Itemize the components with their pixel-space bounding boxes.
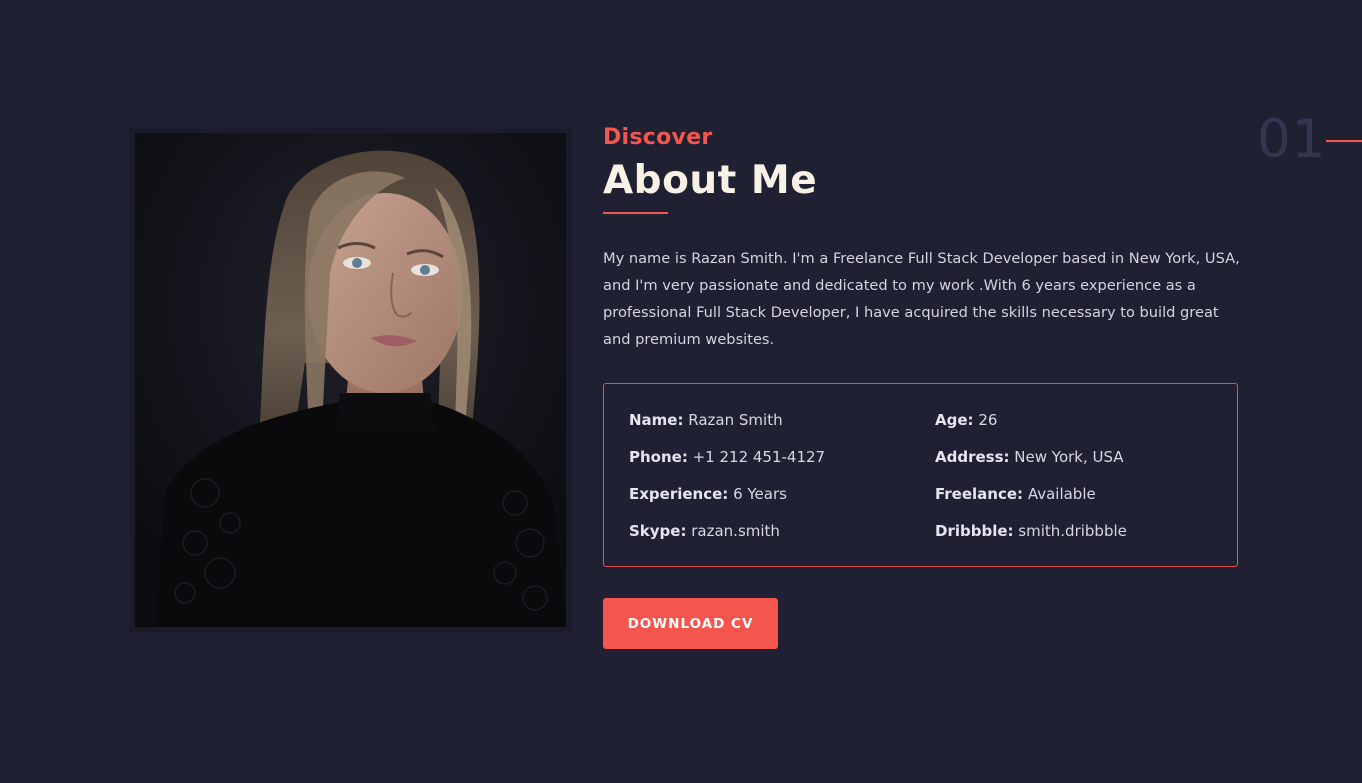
profile-photo-frame	[129, 127, 572, 633]
section-subtitle: Discover	[603, 125, 713, 150]
info-freelance: Freelance: Available	[935, 484, 1096, 504]
info-age-label: Age:	[935, 411, 974, 429]
info-address-label: Address:	[935, 448, 1010, 466]
info-dribbble-label: Dribbble:	[935, 522, 1014, 540]
info-phone-label: Phone:	[629, 448, 688, 466]
info-name: Name: Razan Smith	[629, 410, 783, 430]
download-cv-button[interactable]: DOWNLOAD CV	[603, 598, 778, 649]
info-experience-value: 6 Years	[733, 485, 787, 503]
info-phone-value: +1 212 451-4127	[692, 448, 826, 466]
info-name-label: Name:	[629, 411, 684, 429]
info-phone: Phone: +1 212 451-4127	[629, 447, 825, 467]
section-number-line	[1326, 140, 1362, 142]
info-address-value: New York, USA	[1014, 448, 1124, 466]
info-dribbble: Dribbble: smith.dribbble	[935, 521, 1127, 541]
title-underline	[603, 212, 668, 214]
info-experience-label: Experience:	[629, 485, 729, 503]
profile-photo	[135, 133, 566, 627]
info-skype-value: razan.smith	[691, 522, 780, 540]
info-skype-label: Skype:	[629, 522, 687, 540]
personal-info-box: Name: Razan Smith Age: 26 Phone: +1 212 …	[603, 383, 1238, 567]
info-experience: Experience: 6 Years	[629, 484, 787, 504]
intro-paragraph: My name is Razan Smith. I'm a Freelance …	[603, 250, 1240, 348]
portrait-illustration	[135, 133, 566, 627]
info-freelance-value: Available	[1027, 485, 1096, 503]
page-title: About Me	[603, 158, 818, 203]
info-freelance-label: Freelance:	[935, 485, 1024, 503]
info-skype: Skype: razan.smith	[629, 521, 780, 541]
info-address: Address: New York, USA	[935, 447, 1124, 467]
info-age: Age: 26	[935, 410, 997, 430]
info-dribbble-value: smith.dribbble	[1018, 522, 1127, 540]
info-name-value: Razan Smith	[688, 411, 783, 429]
section-number: 01	[1257, 109, 1327, 170]
info-age-value: 26	[978, 411, 998, 429]
